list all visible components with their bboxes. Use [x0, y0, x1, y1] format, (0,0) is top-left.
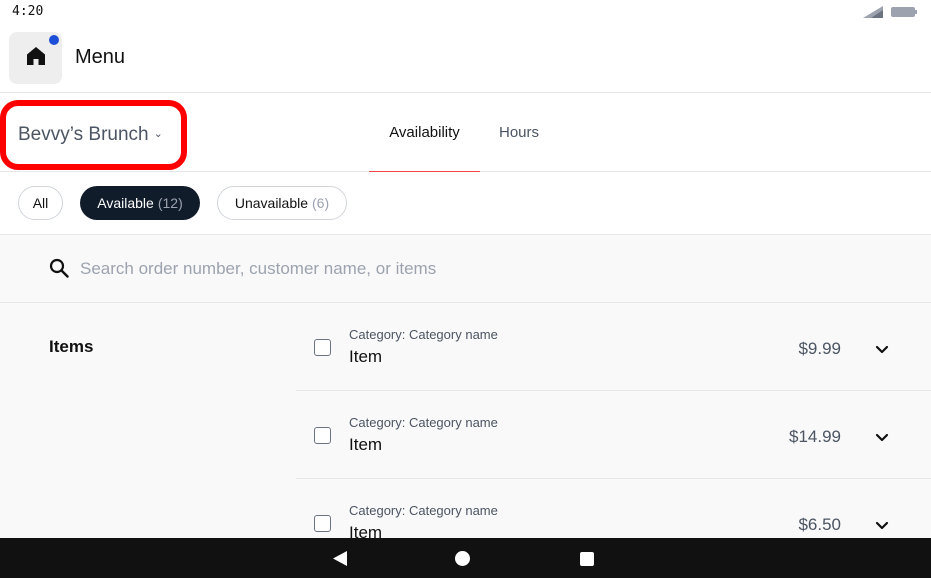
search-bar	[0, 235, 931, 303]
list-item[interactable]: Category: Category name Item $14.99	[296, 391, 931, 479]
item-price: $14.99	[789, 427, 841, 446]
items-section: Items Category: Category name Item $9.99…	[0, 303, 931, 538]
filter-chip-count: (6)	[312, 195, 330, 211]
filter-chip-label: All	[32, 195, 49, 211]
item-checkbox[interactable]	[314, 339, 331, 356]
search-input[interactable]	[80, 253, 900, 285]
filter-chip-available[interactable]: Available (12)	[80, 186, 200, 220]
filter-chip-all[interactable]: All	[18, 186, 63, 220]
store-selector-dropdown[interactable]: Bevvy’s Brunch ⌄	[0, 100, 187, 170]
item-category: Category: Category name	[349, 415, 498, 430]
chevron-down-icon[interactable]	[875, 518, 889, 536]
item-checkbox[interactable]	[314, 427, 331, 444]
filter-chip-count: (12)	[157, 195, 183, 211]
back-icon[interactable]	[333, 551, 347, 571]
item-category: Category: Category name	[349, 327, 498, 342]
search-icon	[49, 258, 69, 283]
item-category: Category: Category name	[349, 503, 498, 518]
item-name: Item	[349, 435, 383, 454]
top-app-bar: Menu	[0, 24, 931, 93]
filter-chip-label: Available	[97, 195, 154, 211]
list-item[interactable]: Category: Category name Item $6.50	[296, 479, 931, 538]
status-icons	[863, 5, 917, 23]
home-icon	[26, 46, 46, 71]
system-nav-bar	[0, 538, 931, 578]
filter-chips: All Available (12) Unavailable (6)	[0, 172, 931, 235]
page-title: Menu	[75, 46, 126, 68]
list-item[interactable]: Category: Category name Item $9.99	[296, 303, 931, 391]
recents-icon[interactable]	[580, 552, 594, 566]
signal-icon	[863, 5, 883, 23]
home-button[interactable]	[9, 32, 62, 84]
status-bar: 4:20	[0, 0, 931, 24]
filter-chip-unavailable[interactable]: Unavailable (6)	[217, 186, 347, 220]
store-name: Bevvy’s Brunch	[18, 124, 149, 145]
filter-chip-label: Unavailable	[234, 195, 309, 211]
notification-dot	[49, 35, 59, 45]
tab-availability[interactable]: Availability	[369, 93, 480, 172]
chevron-down-icon: ⌄	[153, 127, 163, 140]
item-name: Item	[349, 523, 383, 538]
battery-icon	[891, 5, 917, 23]
chevron-down-icon[interactable]	[875, 430, 889, 448]
item-checkbox[interactable]	[314, 515, 331, 532]
menu-nav-row: Bevvy’s Brunch ⌄ Availability Hours	[0, 93, 931, 172]
status-time: 4:20	[12, 4, 44, 19]
item-price: $6.50	[798, 515, 841, 534]
tab-hours[interactable]: Hours	[486, 93, 552, 172]
item-price: $9.99	[798, 339, 841, 358]
chevron-down-icon[interactable]	[875, 342, 889, 360]
home-circle-icon[interactable]	[455, 551, 470, 566]
item-name: Item	[349, 347, 383, 366]
section-label: Items	[49, 337, 94, 356]
